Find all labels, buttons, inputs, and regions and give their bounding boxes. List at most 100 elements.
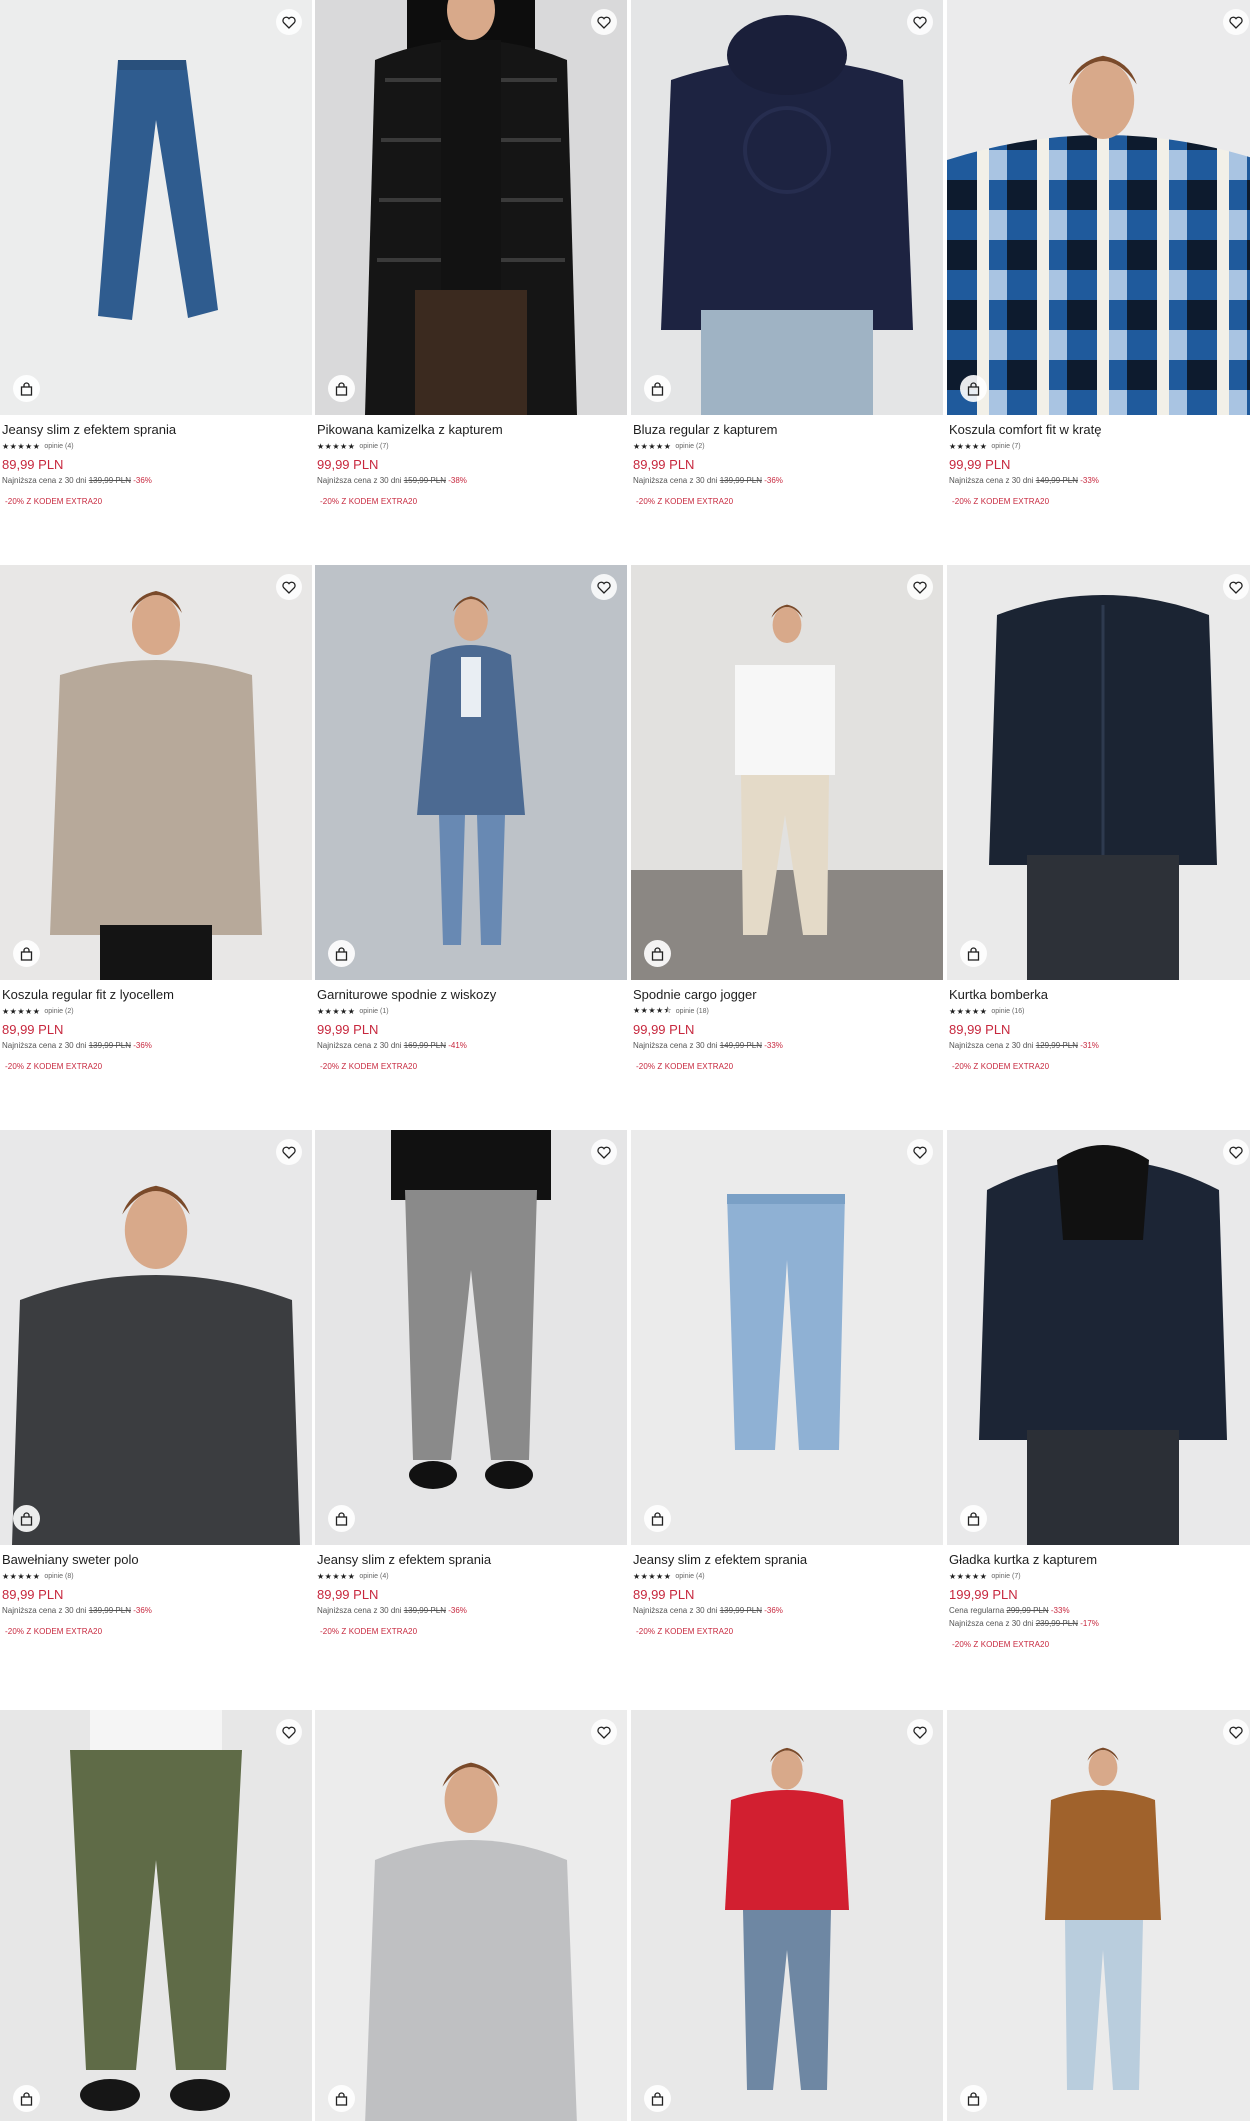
heart-icon[interactable] [591, 574, 617, 600]
review-count[interactable]: opinie (4) [44, 443, 73, 450]
product-card[interactable]: Kurtka bomberka ★★★★★ opinie (16) 89,99 … [947, 565, 1250, 1072]
product-image[interactable] [0, 565, 312, 980]
product-image[interactable] [0, 1710, 312, 2121]
shopping-bag-icon[interactable] [13, 940, 40, 967]
product-image[interactable] [631, 0, 943, 415]
product-card[interactable] [0, 1710, 312, 2121]
lowest-price-line: Najniższa cena z 30 dni 129,99 PLN -31% [949, 1041, 1250, 1051]
product-name[interactable]: Spodnie cargo jogger [633, 987, 943, 1003]
product-card[interactable] [631, 1710, 943, 2121]
shopping-bag-icon[interactable] [960, 1505, 987, 1532]
product-photo [631, 1130, 943, 1545]
product-image[interactable] [315, 1710, 627, 2121]
review-count[interactable]: opinie (2) [675, 443, 704, 450]
review-count[interactable]: opinie (7) [991, 1573, 1020, 1580]
product-name[interactable]: Jeansy slim z efektem sprania [2, 422, 312, 438]
review-count[interactable]: opinie (8) [44, 1573, 73, 1580]
product-card[interactable]: Garniturowe spodnie z wiskozy ★★★★★ opin… [315, 565, 627, 1072]
product-image[interactable] [315, 0, 627, 415]
shopping-bag-icon[interactable] [644, 375, 671, 402]
product-card[interactable]: Jeansy slim z efektem sprania ★★★★★ opin… [0, 0, 312, 507]
heart-icon[interactable] [276, 1139, 302, 1165]
product-photo [947, 565, 1250, 980]
review-count[interactable]: opinie (4) [359, 1573, 388, 1580]
product-image[interactable] [631, 565, 943, 980]
shopping-bag-icon[interactable] [960, 375, 987, 402]
heart-icon[interactable] [907, 1139, 933, 1165]
product-card[interactable]: Koszula regular fit z lyocellem ★★★★★ op… [0, 565, 312, 1072]
lowest-price-line: Najniższa cena z 30 dni 239,99 PLN -17% [949, 1619, 1250, 1629]
product-image[interactable] [631, 1710, 943, 2121]
review-count[interactable]: opinie (4) [675, 1573, 704, 1580]
shopping-bag-icon[interactable] [13, 2085, 40, 2112]
heart-icon[interactable] [276, 574, 302, 600]
shopping-bag-icon[interactable] [328, 1505, 355, 1532]
heart-icon[interactable] [907, 9, 933, 35]
heart-icon[interactable] [1223, 1719, 1249, 1745]
product-photo [0, 565, 312, 980]
product-card[interactable]: Bluza regular z kapturem ★★★★★ opinie (2… [631, 0, 943, 507]
discount-badge: -33% [1080, 476, 1099, 485]
product-name[interactable]: Koszula regular fit z lyocellem [2, 987, 312, 1003]
review-count[interactable]: opinie (1) [359, 1008, 388, 1015]
product-card[interactable]: Bawełniany sweter polo ★★★★★ opinie (8) … [0, 1130, 312, 1637]
review-count[interactable]: opinie (18) [676, 1008, 709, 1015]
heart-icon[interactable] [276, 1719, 302, 1745]
discount-badge: -33% [764, 1041, 783, 1050]
product-image[interactable] [947, 1130, 1250, 1545]
product-image[interactable] [315, 1130, 627, 1545]
heart-icon[interactable] [591, 1139, 617, 1165]
product-image[interactable] [315, 565, 627, 980]
product-price: 89,99 PLN [633, 1587, 695, 1602]
product-name[interactable]: Garniturowe spodnie z wiskozy [317, 987, 627, 1003]
product-image[interactable] [947, 0, 1250, 415]
product-name[interactable]: Kurtka bomberka [949, 987, 1250, 1003]
product-image[interactable] [947, 565, 1250, 980]
product-card[interactable]: Pikowana kamizelka z kapturem ★★★★★ opin… [315, 0, 627, 507]
heart-icon[interactable] [1223, 574, 1249, 600]
heart-icon[interactable] [276, 9, 302, 35]
product-name[interactable]: Pikowana kamizelka z kapturem [317, 422, 627, 438]
shopping-bag-icon[interactable] [13, 375, 40, 402]
old-price: 239,99 PLN [1035, 1619, 1078, 1628]
product-image[interactable] [0, 0, 312, 415]
product-card[interactable]: Spodnie cargo jogger ★★★★⯪ opinie (18) 9… [631, 565, 943, 1072]
shopping-bag-icon[interactable] [960, 940, 987, 967]
heart-icon[interactable] [1223, 1139, 1249, 1165]
heart-icon[interactable] [907, 574, 933, 600]
product-card[interactable]: Koszula comfort fit w kratę ★★★★★ opinie… [947, 0, 1250, 507]
product-card[interactable]: Jeansy slim z efektem sprania ★★★★★ opin… [631, 1130, 943, 1637]
review-count[interactable]: opinie (7) [991, 443, 1020, 450]
shopping-bag-icon[interactable] [328, 2085, 355, 2112]
star-icon: ★★★★★ [949, 1572, 988, 1581]
shopping-bag-icon[interactable] [644, 940, 671, 967]
review-count[interactable]: opinie (16) [991, 1008, 1024, 1015]
heart-icon[interactable] [591, 9, 617, 35]
product-card[interactable] [315, 1710, 627, 2121]
product-card[interactable] [947, 1710, 1250, 2121]
product-name[interactable]: Jeansy slim z efektem sprania [317, 1552, 627, 1568]
product-name[interactable]: Bluza regular z kapturem [633, 422, 943, 438]
rating: ★★★★★ opinie (2) [633, 441, 943, 452]
heart-icon[interactable] [591, 1719, 617, 1745]
shopping-bag-icon[interactable] [328, 940, 355, 967]
product-card[interactable]: Gładka kurtka z kapturem ★★★★★ opinie (7… [947, 1130, 1250, 1650]
heart-icon[interactable] [1223, 9, 1249, 35]
product-name[interactable]: Gładka kurtka z kapturem [949, 1552, 1250, 1568]
product-name[interactable]: Jeansy slim z efektem sprania [633, 1552, 943, 1568]
heart-icon[interactable] [907, 1719, 933, 1745]
product-name[interactable]: Koszula comfort fit w kratę [949, 422, 1250, 438]
product-card[interactable]: Jeansy slim z efektem sprania ★★★★★ opin… [315, 1130, 627, 1637]
shopping-bag-icon[interactable] [644, 1505, 671, 1532]
shopping-bag-icon[interactable] [644, 2085, 671, 2112]
review-count[interactable]: opinie (2) [44, 1008, 73, 1015]
shopping-bag-icon[interactable] [960, 2085, 987, 2112]
product-image[interactable] [947, 1710, 1250, 2121]
product-image[interactable] [0, 1130, 312, 1545]
product-name[interactable]: Bawełniany sweter polo [2, 1552, 312, 1568]
product-image[interactable] [631, 1130, 943, 1545]
rating: ★★★★★ opinie (2) [2, 1006, 312, 1017]
shopping-bag-icon[interactable] [13, 1505, 40, 1532]
review-count[interactable]: opinie (7) [359, 443, 388, 450]
shopping-bag-icon[interactable] [328, 375, 355, 402]
